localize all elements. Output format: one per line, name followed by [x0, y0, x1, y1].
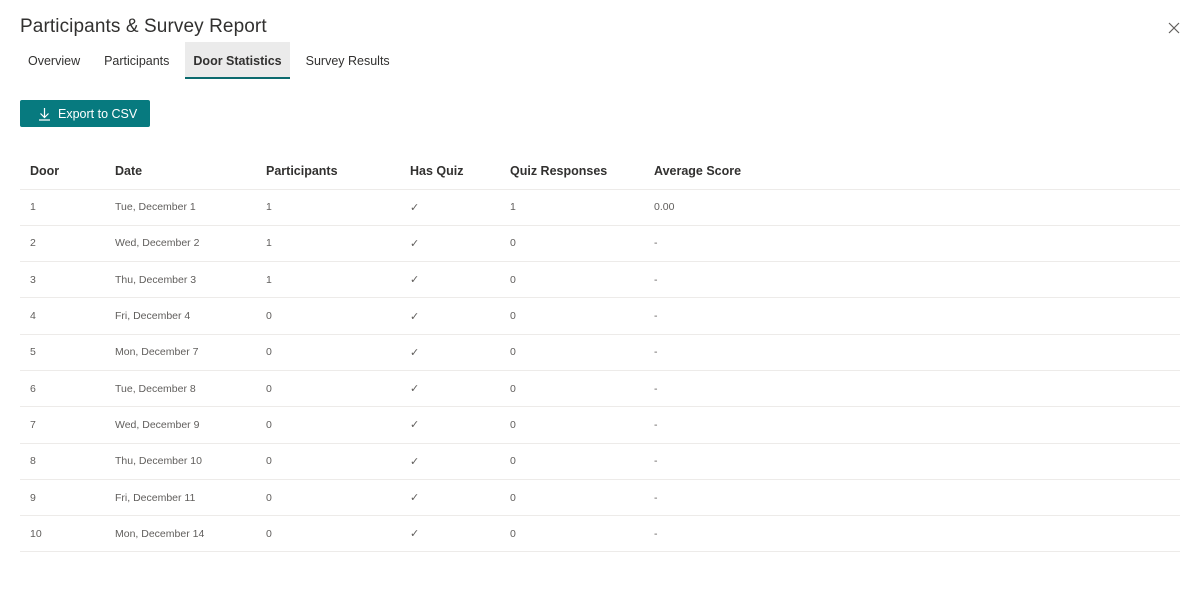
cell-quiz-responses: 0: [500, 515, 644, 553]
tab-participants[interactable]: Participants: [96, 42, 177, 79]
header-quiz-responses[interactable]: Quiz Responses: [500, 153, 644, 190]
cell-quiz-responses: 1: [500, 189, 644, 226]
cell-quiz-responses: 0: [500, 370, 644, 408]
cell-door: 10: [20, 515, 105, 553]
cell-participants: 1: [256, 189, 400, 226]
cell-participants: 0: [256, 515, 400, 553]
cell-door: 2: [20, 225, 105, 263]
cell-date: Tue, December 8: [105, 370, 256, 408]
cell-date: Mon, December 14: [105, 515, 256, 553]
cell-participants: 0: [256, 443, 400, 480]
cell-participants: 1: [256, 261, 400, 299]
table-header-row: Door Date Participants Has Quiz Quiz Res…: [20, 153, 1180, 190]
cell-door: 3: [20, 261, 105, 299]
cell-has-quiz: ✓: [400, 370, 500, 408]
cell-participants: 1: [256, 225, 400, 263]
cell-quiz-responses: 0: [500, 334, 644, 371]
tab-survey-results[interactable]: Survey Results: [298, 42, 398, 79]
header-participants[interactable]: Participants: [256, 153, 400, 190]
cell-average-score: 0.00: [644, 189, 1180, 226]
cell-door: 6: [20, 370, 105, 408]
cell-quiz-responses: 0: [500, 443, 644, 480]
export-csv-button[interactable]: Export to CSV: [20, 100, 150, 127]
cell-average-score: -: [644, 261, 1180, 299]
header-door[interactable]: Door: [20, 153, 105, 190]
cell-door: 7: [20, 406, 105, 444]
cell-door: 4: [20, 297, 105, 335]
door-statistics-table: Door Date Participants Has Quiz Quiz Res…: [20, 153, 1180, 553]
table-row: 1 Tue, December 1 1 ✓ 1 0.00: [20, 189, 1180, 226]
cell-date: Fri, December 4: [105, 297, 256, 335]
cell-door: 8: [20, 443, 105, 480]
table-row: 5 Mon, December 7 0 ✓ 0 -: [20, 334, 1180, 371]
cell-has-quiz: ✓: [400, 334, 500, 371]
cell-quiz-responses: 0: [500, 261, 644, 299]
cell-average-score: -: [644, 334, 1180, 371]
cell-date: Thu, December 3: [105, 261, 256, 299]
export-csv-label: Export to CSV: [58, 106, 138, 121]
cell-quiz-responses: 0: [500, 297, 644, 335]
download-icon: [38, 107, 51, 121]
cell-door: 1: [20, 189, 105, 226]
table-row: 7 Wed, December 9 0 ✓ 0 -: [20, 406, 1180, 444]
cell-quiz-responses: 0: [500, 225, 644, 263]
table-row: 9 Fri, December 11 0 ✓ 0 -: [20, 479, 1180, 517]
header-average-score[interactable]: Average Score: [644, 153, 1180, 190]
cell-average-score: -: [644, 479, 1180, 517]
cell-date: Fri, December 11: [105, 479, 256, 517]
cell-participants: 0: [256, 370, 400, 408]
cell-average-score: -: [644, 443, 1180, 480]
cell-average-score: -: [644, 297, 1180, 335]
close-button[interactable]: [1164, 18, 1184, 38]
cell-has-quiz: ✓: [400, 261, 500, 299]
table-row: 8 Thu, December 10 0 ✓ 0 -: [20, 443, 1180, 480]
cell-has-quiz: ✓: [400, 443, 500, 480]
cell-date: Tue, December 1: [105, 189, 256, 226]
cell-has-quiz: ✓: [400, 515, 500, 553]
cell-quiz-responses: 0: [500, 406, 644, 444]
cell-average-score: -: [644, 515, 1180, 553]
table-row: 10 Mon, December 14 0 ✓ 0 -: [20, 515, 1180, 553]
cell-date: Thu, December 10: [105, 443, 256, 480]
header-has-quiz[interactable]: Has Quiz: [400, 153, 500, 190]
cell-participants: 0: [256, 406, 400, 444]
cell-door: 9: [20, 479, 105, 517]
cell-has-quiz: ✓: [400, 406, 500, 444]
report-dialog: Participants & Survey Report Overview Pa…: [0, 0, 1200, 607]
table-row: 3 Thu, December 3 1 ✓ 0 -: [20, 261, 1180, 299]
cell-has-quiz: ✓: [400, 479, 500, 517]
cell-participants: 0: [256, 479, 400, 517]
tab-bar: Overview Participants Door Statistics Su…: [20, 42, 406, 79]
dialog-title: Participants & Survey Report: [20, 16, 267, 37]
cell-date: Mon, December 7: [105, 334, 256, 371]
cell-participants: 0: [256, 297, 400, 335]
cell-has-quiz: ✓: [400, 225, 500, 263]
cell-average-score: -: [644, 406, 1180, 444]
table-row: 2 Wed, December 2 1 ✓ 0 -: [20, 225, 1180, 263]
cell-participants: 0: [256, 334, 400, 371]
cell-has-quiz: ✓: [400, 297, 500, 335]
cell-has-quiz: ✓: [400, 189, 500, 226]
cell-date: Wed, December 9: [105, 406, 256, 444]
tab-door-statistics[interactable]: Door Statistics: [185, 42, 290, 79]
cell-date: Wed, December 2: [105, 225, 256, 263]
close-icon: [1168, 22, 1180, 34]
table-row: 6 Tue, December 8 0 ✓ 0 -: [20, 370, 1180, 408]
cell-average-score: -: [644, 370, 1180, 408]
tab-overview[interactable]: Overview: [20, 42, 88, 79]
header-date[interactable]: Date: [105, 153, 256, 190]
table-row: 4 Fri, December 4 0 ✓ 0 -: [20, 297, 1180, 335]
cell-quiz-responses: 0: [500, 479, 644, 517]
cell-door: 5: [20, 334, 105, 371]
cell-average-score: -: [644, 225, 1180, 263]
